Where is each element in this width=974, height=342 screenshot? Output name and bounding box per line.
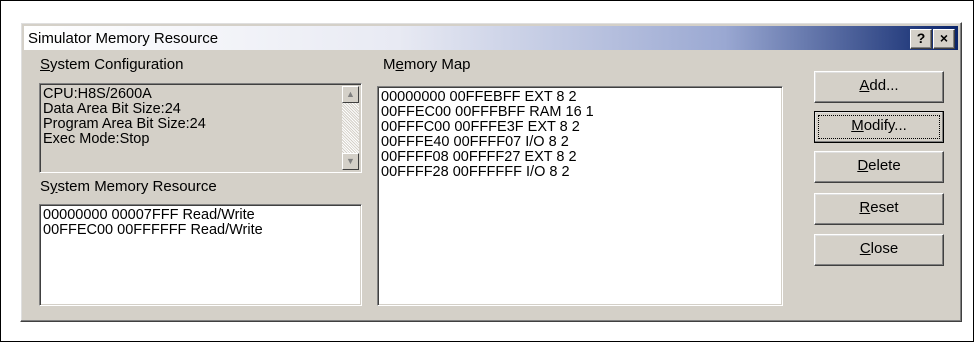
memory-resource-dialog: Simulator Memory Resource ? × System Con… bbox=[20, 22, 962, 322]
config-line: CPU:H8S/2600A bbox=[43, 86, 152, 102]
delete-button[interactable]: Delete bbox=[814, 151, 944, 183]
list-item[interactable]: 00FFFC00 00FFFE3F EXT 8 2 bbox=[381, 120, 594, 135]
modify-rest: odify... bbox=[863, 117, 907, 134]
close-rest: lose bbox=[870, 240, 899, 257]
delete-accel: D bbox=[857, 157, 869, 174]
list-item[interactable]: 00FFFE40 00FFFF07 I/O 8 2 bbox=[381, 135, 594, 150]
delete-rest: elete bbox=[868, 157, 901, 174]
smr-lines: 00000000 00007FFF Read/Write 00FFEC00 00… bbox=[43, 208, 263, 238]
memory-map-lines: 00000000 00FFEBFF EXT 8 2 00FFEC00 00FFF… bbox=[381, 90, 594, 180]
system-configuration-label-text: ystem Configuration bbox=[50, 56, 184, 73]
reset-rest: eset bbox=[870, 199, 899, 216]
list-item[interactable]: 00FFEC00 00FFFFFF Read/Write bbox=[43, 223, 263, 238]
scroll-down-arrow-icon[interactable]: ▼ bbox=[342, 153, 359, 170]
add-accel: A bbox=[859, 77, 870, 94]
smr-label-accel: y bbox=[50, 178, 58, 195]
system-memory-resource-list[interactable]: 00000000 00007FFF Read/Write 00FFEC00 00… bbox=[39, 204, 362, 306]
system-configuration-list[interactable]: CPU:H8S/2600A Data Area Bit Size:24 Prog… bbox=[39, 83, 362, 173]
system-configuration-accel: S bbox=[40, 56, 51, 73]
config-line: Data Area Bit Size:24 bbox=[43, 101, 181, 117]
add-button[interactable]: Add... bbox=[814, 71, 944, 103]
close-window-button[interactable]: × bbox=[933, 29, 955, 49]
list-item[interactable]: 00FFFF08 00FFFF27 EXT 8 2 bbox=[381, 150, 594, 165]
title-bar[interactable]: Simulator Memory Resource ? × bbox=[24, 26, 958, 50]
close-button[interactable]: Close bbox=[814, 234, 944, 266]
smr-label-prefix: S bbox=[40, 178, 51, 195]
modify-accel: M bbox=[851, 117, 864, 134]
modify-button[interactable]: Modify... bbox=[814, 111, 944, 143]
smr-label-rest: stem Memory Resource bbox=[57, 178, 217, 195]
reset-accel: R bbox=[859, 199, 871, 216]
list-item[interactable]: 00000000 00FFEBFF EXT 8 2 bbox=[381, 90, 594, 105]
config-line: Program Area Bit Size:24 bbox=[43, 116, 206, 132]
memory-map-list[interactable]: 00000000 00FFEBFF EXT 8 2 00FFEC00 00FFF… bbox=[377, 86, 783, 306]
memory-map-label: Memory Map bbox=[383, 56, 471, 73]
memory-map-label-accel: e bbox=[395, 56, 404, 73]
list-item[interactable]: 00FFFF28 00FFFFFF I/O 8 2 bbox=[381, 165, 594, 180]
memory-map-label-prefix: M bbox=[383, 56, 396, 73]
list-item[interactable]: 00FFEC00 00FFFBFF RAM 16 1 bbox=[381, 105, 594, 120]
system-configuration-label: System Configuration bbox=[40, 56, 183, 73]
config-scrollbar[interactable]: ▲ ▼ bbox=[342, 86, 359, 170]
reset-button[interactable]: Reset bbox=[814, 193, 944, 225]
system-memory-resource-label: System Memory Resource bbox=[40, 178, 217, 195]
config-line: Exec Mode:Stop bbox=[43, 131, 150, 147]
close-accel: C bbox=[859, 240, 871, 257]
scroll-up-arrow-icon[interactable]: ▲ bbox=[342, 86, 359, 103]
add-rest: dd... bbox=[869, 77, 899, 94]
dialog-title: Simulator Memory Resource bbox=[28, 30, 219, 47]
help-button[interactable]: ? bbox=[910, 29, 932, 49]
memory-map-label-rest: mory Map bbox=[403, 56, 471, 73]
system-configuration-lines: CPU:H8S/2600A Data Area Bit Size:24 Prog… bbox=[43, 87, 206, 147]
list-item[interactable]: 00000000 00007FFF Read/Write bbox=[43, 208, 263, 223]
